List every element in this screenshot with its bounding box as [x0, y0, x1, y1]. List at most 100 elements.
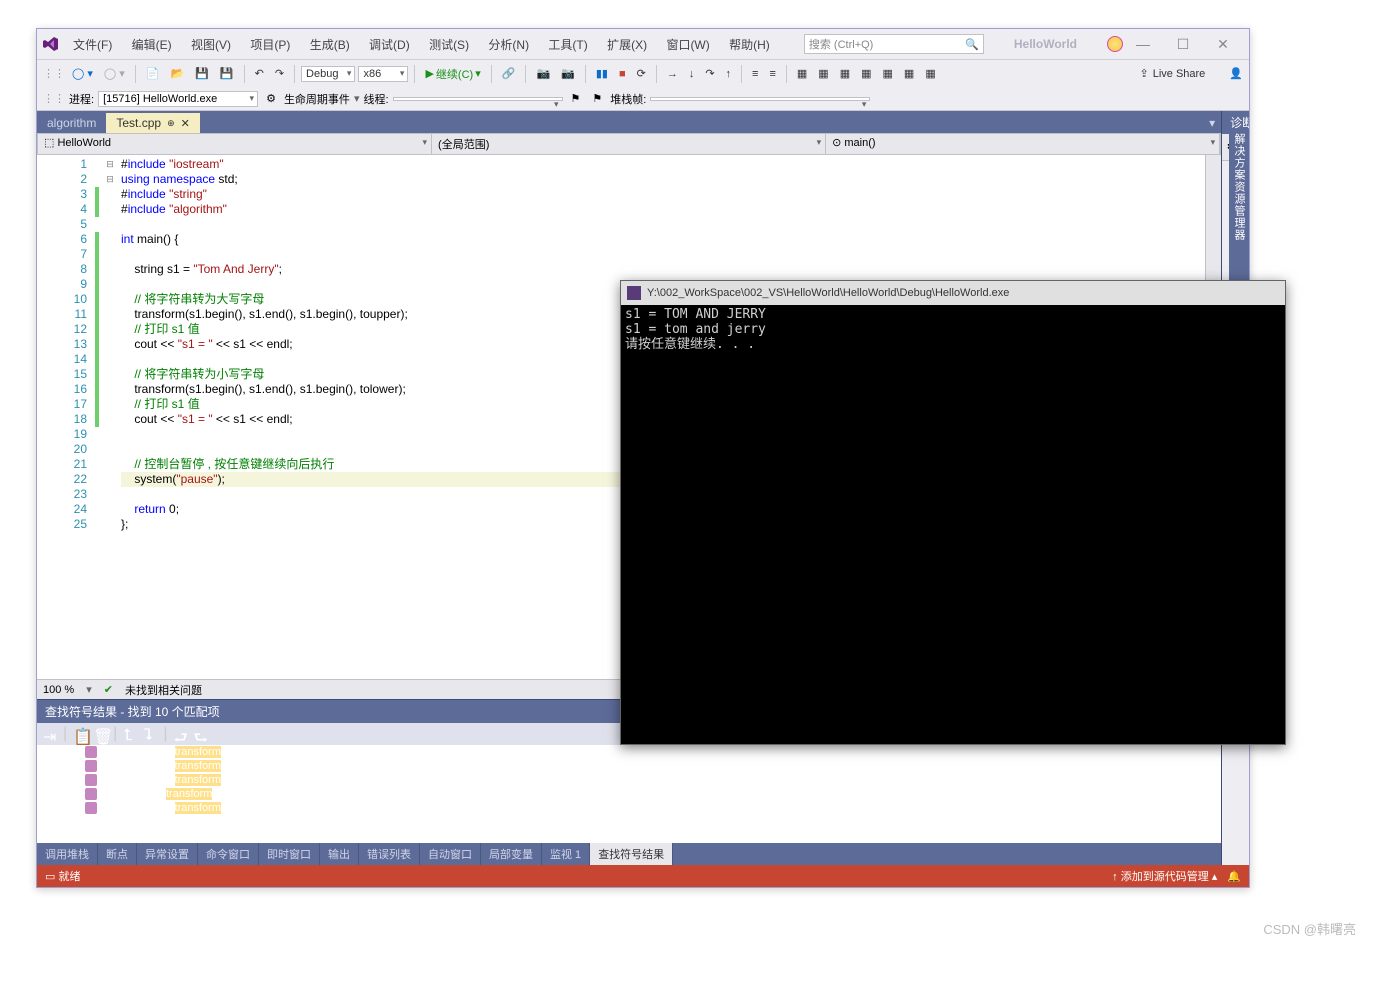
- step-over-button[interactable]: ↷: [701, 65, 718, 82]
- indent-icon[interactable]: ≡: [748, 66, 762, 82]
- bottom-tab[interactable]: 局部变量: [481, 843, 542, 865]
- toolbar-grip-icon: ⋮⋮: [43, 92, 65, 105]
- format-icon[interactable]: ▦: [900, 65, 918, 82]
- feedback-icon[interactable]: [1107, 36, 1123, 52]
- status-scm[interactable]: ↑ 添加到源代码管理 ▴: [1112, 868, 1217, 884]
- format2-icon[interactable]: ▦: [921, 65, 939, 82]
- menu-file[interactable]: 文件(F): [65, 38, 120, 52]
- step-out-button[interactable]: ↑: [722, 66, 736, 82]
- tab-dropdown-icon[interactable]: ▾: [1203, 113, 1221, 133]
- stop-button[interactable]: ■: [615, 66, 630, 82]
- prev-icon[interactable]: ⮤: [123, 727, 137, 741]
- bottom-tab[interactable]: 命令窗口: [198, 843, 259, 865]
- result-row[interactable]: _DestTy * std::transform<_ExPo, _FwdIt1,…: [37, 773, 1221, 787]
- zoom-level[interactable]: 100 %: [43, 684, 74, 696]
- console-titlebar[interactable]: Y:\002_WorkSpace\002_VS\HelloWorld\Hello…: [621, 281, 1285, 305]
- issues-label: 未找到相关问题: [125, 682, 202, 698]
- expand-icon[interactable]: ⮐: [173, 727, 187, 741]
- pin-icon[interactable]: ⊕: [167, 118, 175, 129]
- process-dropdown[interactable]: [15716] HelloWorld.exe: [98, 91, 258, 107]
- live-share-button[interactable]: Live Share: [1153, 68, 1206, 80]
- redo-button[interactable]: ↷: [271, 65, 288, 82]
- menu-view[interactable]: 视图(V): [183, 38, 239, 52]
- minimize-button[interactable]: —: [1123, 36, 1163, 52]
- results-list[interactable]: _DestTy * std::transform<_ExPo, _FwdIt1,…: [37, 745, 1221, 843]
- open-button[interactable]: 📂: [166, 65, 188, 82]
- result-row[interactable]: _DestTy * std::transform<_ExPo, _FwdIt1,…: [37, 759, 1221, 773]
- menu-test[interactable]: 测试(S): [421, 38, 477, 52]
- copy-icon[interactable]: 📋: [73, 727, 87, 741]
- solution-explorer-tab[interactable]: 解决方案资源管理器: [1229, 129, 1249, 289]
- nav-fwd-button[interactable]: ◯ ▾: [100, 65, 129, 82]
- close-tab-icon[interactable]: ✕: [181, 117, 190, 130]
- lifecycle-icon[interactable]: ⚙: [262, 90, 280, 107]
- attach-icon[interactable]: 🔗: [498, 65, 520, 82]
- continue-button[interactable]: ▶ 继续(C) ▾: [421, 64, 484, 84]
- bottom-tab[interactable]: 自动窗口: [420, 843, 481, 865]
- search-input[interactable]: 搜索 (Ctrl+Q) 🔍: [804, 34, 984, 54]
- step-into-button[interactable]: ↓: [685, 66, 699, 82]
- clear-icon[interactable]: 🗑: [93, 727, 107, 741]
- menu-edit[interactable]: 编辑(E): [124, 38, 180, 52]
- stackframe-dropdown[interactable]: [650, 97, 870, 101]
- menu-analyze[interactable]: 分析(N): [480, 38, 537, 52]
- camera-icon[interactable]: 📷: [532, 65, 554, 82]
- thread-filter-icon[interactable]: ⚑: [588, 90, 606, 107]
- thread-flag-icon[interactable]: ⚑: [567, 90, 585, 107]
- thread-dropdown[interactable]: [393, 97, 563, 101]
- uncomment-icon[interactable]: ▦: [814, 65, 832, 82]
- bookmark-icon[interactable]: ▦: [836, 65, 854, 82]
- tab-algorithm[interactable]: algorithm: [37, 113, 106, 133]
- menu-project[interactable]: 项目(P): [242, 38, 298, 52]
- platform-dropdown[interactable]: x86: [358, 66, 408, 82]
- nav-back-button[interactable]: ◯ ▾: [68, 65, 97, 82]
- context-dropdown[interactable]: (全局范围): [432, 134, 826, 154]
- menu-window[interactable]: 窗口(W): [658, 38, 717, 52]
- close-button[interactable]: ✕: [1203, 36, 1243, 53]
- debug-location-toolbar: ⋮⋮ 进程: [15716] HelloWorld.exe ⚙ 生命周期事件▾ …: [37, 87, 1249, 111]
- collapse-icon[interactable]: ⮑: [193, 727, 207, 741]
- menu-tools[interactable]: 工具(T): [540, 38, 595, 52]
- bottom-tab[interactable]: 异常设置: [137, 843, 198, 865]
- console-title-text: Y:\002_WorkSpace\002_VS\HelloWorld\Hello…: [647, 287, 1009, 299]
- menu-help[interactable]: 帮助(H): [721, 38, 778, 52]
- bottom-tab[interactable]: 查找符号结果: [590, 843, 673, 865]
- tab-test-cpp[interactable]: Test.cpp ⊕ ✕: [106, 113, 199, 133]
- menu-debug[interactable]: 调试(D): [361, 38, 418, 52]
- bookmark3-icon[interactable]: ▦: [879, 65, 897, 82]
- menu-extensions[interactable]: 扩展(X): [599, 38, 655, 52]
- config-dropdown[interactable]: Debug: [301, 66, 355, 82]
- bottom-tab[interactable]: 输出: [320, 843, 359, 865]
- bottom-tab[interactable]: 调用堆栈: [37, 843, 98, 865]
- restart-button[interactable]: ⟳: [633, 65, 650, 82]
- pause-button[interactable]: ▮▮: [592, 65, 612, 82]
- bottom-tab[interactable]: 监视 1: [542, 843, 590, 865]
- bookmark2-icon[interactable]: ▦: [857, 65, 875, 82]
- console-output[interactable]: s1 = TOM AND JERRY s1 = tom and jerry 请按…: [621, 305, 1285, 744]
- next-statement-icon[interactable]: →: [663, 66, 682, 82]
- bottom-tab[interactable]: 错误列表: [359, 843, 420, 865]
- account-icon[interactable]: 👤: [1229, 67, 1243, 80]
- new-file-button[interactable]: 📄: [142, 65, 164, 82]
- status-bar: ▭ 就绪 ↑ 添加到源代码管理 ▴ 🔔: [37, 865, 1249, 887]
- bottom-tab[interactable]: 断点: [98, 843, 137, 865]
- comment-icon[interactable]: ▦: [793, 65, 811, 82]
- goto-icon[interactable]: ⇥: [43, 727, 57, 741]
- notifications-icon[interactable]: 🔔: [1227, 870, 1241, 883]
- scope-dropdown[interactable]: ⬚ HelloWorld: [38, 134, 432, 154]
- result-row[interactable]: _DestTy * std::transform<_ExPo, _FwdIt1,…: [37, 745, 1221, 759]
- bottom-tab[interactable]: 即时窗口: [259, 843, 320, 865]
- screenshot-icon[interactable]: 📷: [557, 65, 579, 82]
- save-button[interactable]: 💾: [191, 65, 213, 82]
- undo-button[interactable]: ↶: [251, 65, 268, 82]
- result-row[interactable]: _FwdIt3 std::transform<_ExPo, _FwdIt1, _…: [37, 787, 1221, 801]
- console-icon: [627, 286, 641, 300]
- menu-build[interactable]: 生成(B): [302, 38, 358, 52]
- next-icon[interactable]: ⮧: [143, 727, 157, 741]
- function-dropdown[interactable]: ⊙ main(): [826, 134, 1220, 154]
- result-row[interactable]: _DestTy * std::transform<_InIt, _DestTy,…: [37, 801, 1221, 815]
- fold-margin[interactable]: ⊟⊟: [103, 155, 117, 679]
- outdent-icon[interactable]: ≡: [765, 66, 779, 82]
- maximize-button[interactable]: ☐: [1163, 36, 1203, 53]
- save-all-button[interactable]: 💾: [216, 65, 238, 82]
